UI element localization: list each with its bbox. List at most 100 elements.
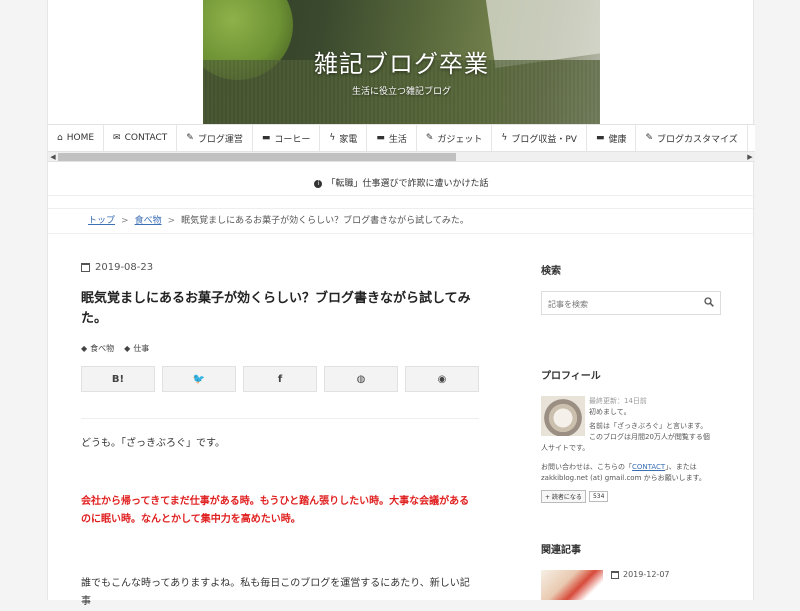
site-tagline: 生活に役立つ雑記ブログ (351, 87, 451, 97)
post-date: 2019-08-23 (81, 262, 479, 273)
breadcrumb-separator: > (167, 216, 176, 226)
nav-item-label: ブログカスタマイズ (657, 134, 738, 145)
search-heading: 検索 (541, 266, 561, 277)
related-item[interactable]: 2019-12-07 (541, 570, 721, 600)
calendar-icon (611, 571, 619, 579)
tag-icon: ◆ (81, 344, 88, 353)
tag-label: 食べ物 (90, 344, 115, 353)
hatena-share-button[interactable]: B! (81, 366, 155, 392)
pocket-icon: ◍ (356, 373, 366, 385)
nav-item[interactable]: ✎ ガジェット (417, 125, 493, 151)
scroll-right-icon[interactable]: ▶ (745, 152, 755, 162)
tag-work[interactable]: ◆ 仕事 (124, 343, 149, 354)
nav-item-label: 健康 (608, 134, 627, 145)
nav-item[interactable]: ✉ CONTACT (104, 125, 178, 151)
highlight-paragraph: 会社から帰ってきてまだ仕事がある時。もうひと踏ん張りしたい時。大事な会議があるの… (81, 496, 470, 525)
post-tags: ◆ 食べ物 ◆ 仕事 (81, 343, 479, 354)
paragraph: 誰でもこんな時ってありますよね。私も毎日このブログを運営するにあたり、新しい記事 (81, 578, 470, 607)
mail-icon: ✉ (113, 133, 121, 143)
nav-item[interactable]: ▬ コーヒー (253, 125, 321, 151)
calendar-icon (81, 263, 90, 272)
post-title: 眠気覚ましにあるお菓子が効くらしい？ブログ書きながら試してみた。 (81, 291, 471, 326)
breadcrumb-category-link[interactable]: 食べ物 (135, 216, 162, 226)
paragraph: どうも。「ざっきぶろぐ」です。 (81, 438, 225, 449)
facebook-icon: f (277, 373, 283, 385)
breadcrumb-separator: > (121, 216, 129, 226)
scroll-thumb[interactable] (58, 153, 456, 161)
profile-line: 名前は「ざっきぶろぐ」と言います。 (589, 422, 708, 430)
contact-email: zakkiblog.net (at) gmail.com からお願いします。 (541, 474, 706, 482)
site-title[interactable]: 雑記ブログ卒業 (203, 44, 600, 79)
bolt-icon: ϟ (501, 133, 508, 143)
search-input[interactable] (542, 293, 692, 316)
pocket-share-button[interactable]: ◍ (324, 366, 398, 392)
nav-item[interactable]: ▬ 生活 (367, 125, 417, 151)
scroll-left-icon[interactable]: ◀ (48, 152, 58, 162)
home-icon: ⌂ (57, 133, 63, 143)
global-nav: ⌂ HOME ✉ CONTACT ✎ ブログ運営 ▬ コーヒー ϟ 家電 ▬ 生活 ✎ ガジェット ϟ ブログ… (48, 124, 755, 152)
facebook-share-button[interactable]: f (243, 366, 317, 392)
wrench-icon: ✎ (186, 133, 194, 143)
page: 雑記ブログ卒業 生活に役立つ雑記ブログ ⌂ HOME ✉ CONTACT ✎ ブログ運営 ▬… (47, 0, 755, 607)
contact-post: 」、または (665, 463, 697, 471)
search-icon[interactable] (704, 297, 714, 307)
nav-item-label: 家電 (339, 134, 358, 145)
search-box (541, 291, 721, 316)
profile-text: 最終更新：14日前 初めまして。 名前は「ざっきぶろぐ」と言います。 このブログ… (589, 396, 710, 443)
hatena-icon: B! (111, 373, 125, 385)
breadcrumb-current: 眠気覚ましにあるお菓子が効くらしい？ブログ書きながら試してみた。 (181, 216, 469, 226)
notice-text[interactable]: 「転職」仕事選びで詐欺に遭いかけた話 (326, 179, 488, 189)
tag-food[interactable]: ◆ 食べ物 (81, 343, 114, 354)
follow-widget: + 読者になる 534 (541, 490, 721, 503)
related-date-text: 2019-12-07 (623, 570, 670, 579)
contact-link[interactable]: CONTACT (632, 463, 665, 471)
twitter-icon: 🐦 (192, 373, 206, 385)
nav-item-label: ブログ運営 (197, 134, 243, 145)
header-banner[interactable]: 雑記ブログ卒業 生活に役立つ雑記ブログ (203, 0, 600, 124)
wrench-icon: ✎ (425, 133, 434, 143)
follow-button[interactable]: + 読者になる (541, 490, 586, 503)
laptop-icon: ▬ (261, 133, 271, 143)
profile-section: プロフィール 最終更新：14日前 初めまして。 名前は「ざっきぶろぐ」と言います… (541, 367, 721, 503)
article: 2019-08-23 眠気覚ましにあるお菓子が効くらしい？ブログ書きながら試して… (81, 262, 479, 611)
avatar (541, 396, 585, 436)
nav-item[interactable]: ⌂ HOME (48, 125, 105, 151)
related-thumbnail[interactable] (541, 570, 603, 600)
nav-scrollbar[interactable]: ◀ ▶ (48, 152, 755, 162)
twitter-share-button[interactable]: 🐦 (162, 366, 236, 392)
tag-icon: ◆ (124, 344, 131, 353)
notice-bar[interactable]: i 「転職」仕事選びで詐欺に遭いかけた話 (48, 172, 755, 196)
sidebar: 検索 プロフィール 最終更新：14日前 初めまして。 名前は「ざっきぶろぐ」と言… (541, 262, 721, 600)
profile-line: 人サイトです。 (541, 444, 590, 452)
nav-item[interactable]: ✎ ブログ運営 (177, 125, 253, 151)
laptop-icon: ▬ (595, 133, 605, 143)
nav-item-label: ガジェット (437, 134, 483, 145)
laptop-icon: ▬ (376, 133, 385, 143)
related-heading: 関連記事 (541, 545, 581, 556)
nav-item[interactable]: ϟ ブログ収益・PV (492, 125, 587, 151)
nav-item[interactable]: ϟ 家電 (320, 125, 368, 151)
nav-item[interactable]: ϟファッション (748, 125, 755, 151)
nav-item-label: ブログ収益・PV (511, 134, 577, 145)
profile-line: このブログは月間20万人が閲覧する個 (589, 433, 710, 441)
nav-item-label: コーヒー (274, 134, 311, 145)
post-date-text: 2019-08-23 (95, 262, 154, 273)
related-section: 関連記事 2019-12-07 (541, 541, 721, 600)
tag-label: 仕事 (133, 344, 150, 353)
wrench-icon: ✎ (645, 133, 654, 143)
nav-item[interactable]: ▬ 健康 (587, 125, 637, 151)
related-date: 2019-12-07 (611, 570, 670, 600)
share-buttons: B! 🐦 f ◍ ◉ (81, 366, 479, 392)
nav-item-label: CONTACT (124, 133, 168, 143)
nav-item-label: HOME (66, 133, 95, 143)
profile-box: 最終更新：14日前 初めまして。 名前は「ざっきぶろぐ」と言います。 このブログ… (541, 396, 721, 443)
contact-pre: お問い合わせは、こちらの「 (541, 463, 632, 471)
nav-item[interactable]: ✎ ブログカスタマイズ (636, 125, 748, 151)
rss-share-button[interactable]: ◉ (405, 366, 479, 392)
divider (81, 418, 479, 419)
breadcrumb-top-link[interactable]: トップ (88, 216, 115, 226)
rss-icon: ◉ (437, 373, 447, 385)
follower-count: 534 (588, 491, 609, 502)
profile-heading: プロフィール (541, 371, 601, 382)
info-icon: i (314, 179, 323, 188)
